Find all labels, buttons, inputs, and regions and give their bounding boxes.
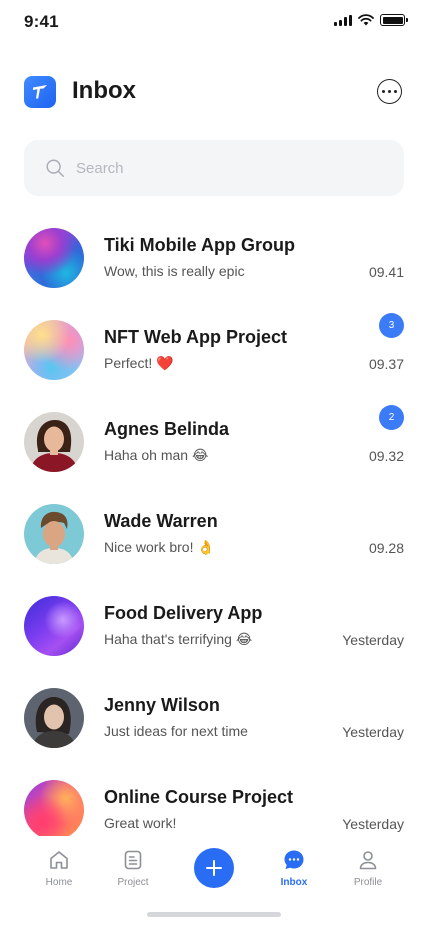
document-icon xyxy=(124,850,142,870)
chat-last-message: Perfect! ❤️ xyxy=(104,355,174,371)
tab-label: Home xyxy=(45,877,73,888)
page-title: Inbox xyxy=(72,77,136,104)
chat-name: Food Delivery App xyxy=(104,603,263,623)
chat-time: Yesterday xyxy=(342,816,404,832)
chat-list: Tiki Mobile App Group Wow, this is reall… xyxy=(0,212,428,836)
add-button[interactable] xyxy=(194,848,234,888)
chat-time: Yesterday xyxy=(342,632,404,648)
user-avatar xyxy=(24,412,84,472)
chat-last-message: Just ideas for next time xyxy=(104,723,248,739)
chat-item-jenny-wilson[interactable]: Jenny Wilson Just ideas for next time Ye… xyxy=(24,672,404,748)
chat-name: Tiki Mobile App Group xyxy=(104,235,295,255)
tab-home[interactable]: Home xyxy=(29,848,89,888)
tab-label: Project xyxy=(117,877,149,888)
home-indicator xyxy=(147,912,281,917)
chat-name: Agnes Belinda xyxy=(104,419,230,439)
status-icons xyxy=(334,14,408,26)
plus-icon xyxy=(206,860,222,876)
wifi-icon xyxy=(358,14,374,26)
unread-badge: 2 xyxy=(379,405,404,430)
group-avatar xyxy=(24,228,84,288)
home-icon xyxy=(50,851,68,869)
tab-label: Inbox xyxy=(280,877,308,888)
status-bar: 9:41 xyxy=(0,0,428,44)
chat-time: 09.28 xyxy=(368,540,404,556)
chat-item-wade-warren[interactable]: Wade Warren Nice work bro! 👌 09.28 xyxy=(24,488,404,564)
chat-last-message: Haha that's terrifying 😂 xyxy=(104,631,253,647)
chat-item-tiki-mobile-app-group[interactable]: Tiki Mobile App Group Wow, this is reall… xyxy=(24,212,404,288)
chat-name: Online Course Project xyxy=(104,787,294,807)
tab-project[interactable]: Project xyxy=(103,848,163,888)
chat-last-message: Haha oh man 😂 xyxy=(104,447,209,463)
chat-last-message: Great work! xyxy=(104,815,177,831)
search-input[interactable] xyxy=(76,159,356,177)
chat-time: 09.41 xyxy=(368,264,404,280)
more-options-button[interactable] xyxy=(377,79,402,104)
tab-profile[interactable]: Profile xyxy=(338,848,398,888)
status-time: 9:41 xyxy=(24,12,59,31)
tab-inbox[interactable]: Inbox xyxy=(264,848,324,888)
group-avatar xyxy=(24,320,84,380)
chat-item-online-course-project[interactable]: Online Course Project Great work! Yester… xyxy=(24,764,404,836)
chat-last-message: Wow, this is really epic xyxy=(104,263,245,279)
chat-bubble-icon xyxy=(284,850,304,869)
user-avatar xyxy=(24,504,84,564)
chat-item-nft-web-app-project[interactable]: NFT Web App Project Perfect! ❤️ 3 09.37 xyxy=(24,304,404,380)
more-horizontal-icon xyxy=(382,90,385,93)
bottom-tab-bar: Home Project Inbox Profile xyxy=(0,836,428,926)
tab-label: Profile xyxy=(353,877,383,888)
search-bar[interactable] xyxy=(24,140,404,196)
chat-last-message: Nice work bro! 👌 xyxy=(104,539,215,555)
user-icon xyxy=(359,851,377,870)
unread-badge: 3 xyxy=(379,313,404,338)
cellular-signal-icon xyxy=(334,14,352,26)
battery-icon xyxy=(380,14,408,26)
group-avatar xyxy=(24,596,84,656)
app-logo-icon xyxy=(24,76,56,108)
chat-time: 09.37 xyxy=(368,356,404,372)
group-avatar xyxy=(24,780,84,836)
chat-name: Wade Warren xyxy=(104,511,218,531)
search-icon xyxy=(46,159,64,177)
chat-name: Jenny Wilson xyxy=(104,695,220,715)
chat-time: 09.32 xyxy=(368,448,404,464)
chat-item-agnes-belinda[interactable]: Agnes Belinda Haha oh man 😂 2 09.32 xyxy=(24,396,404,472)
header: Inbox xyxy=(24,76,404,109)
chat-item-food-delivery-app[interactable]: Food Delivery App Haha that's terrifying… xyxy=(24,580,404,656)
user-avatar xyxy=(24,688,84,748)
chat-name: NFT Web App Project xyxy=(104,327,288,347)
chat-time: Yesterday xyxy=(342,724,404,740)
